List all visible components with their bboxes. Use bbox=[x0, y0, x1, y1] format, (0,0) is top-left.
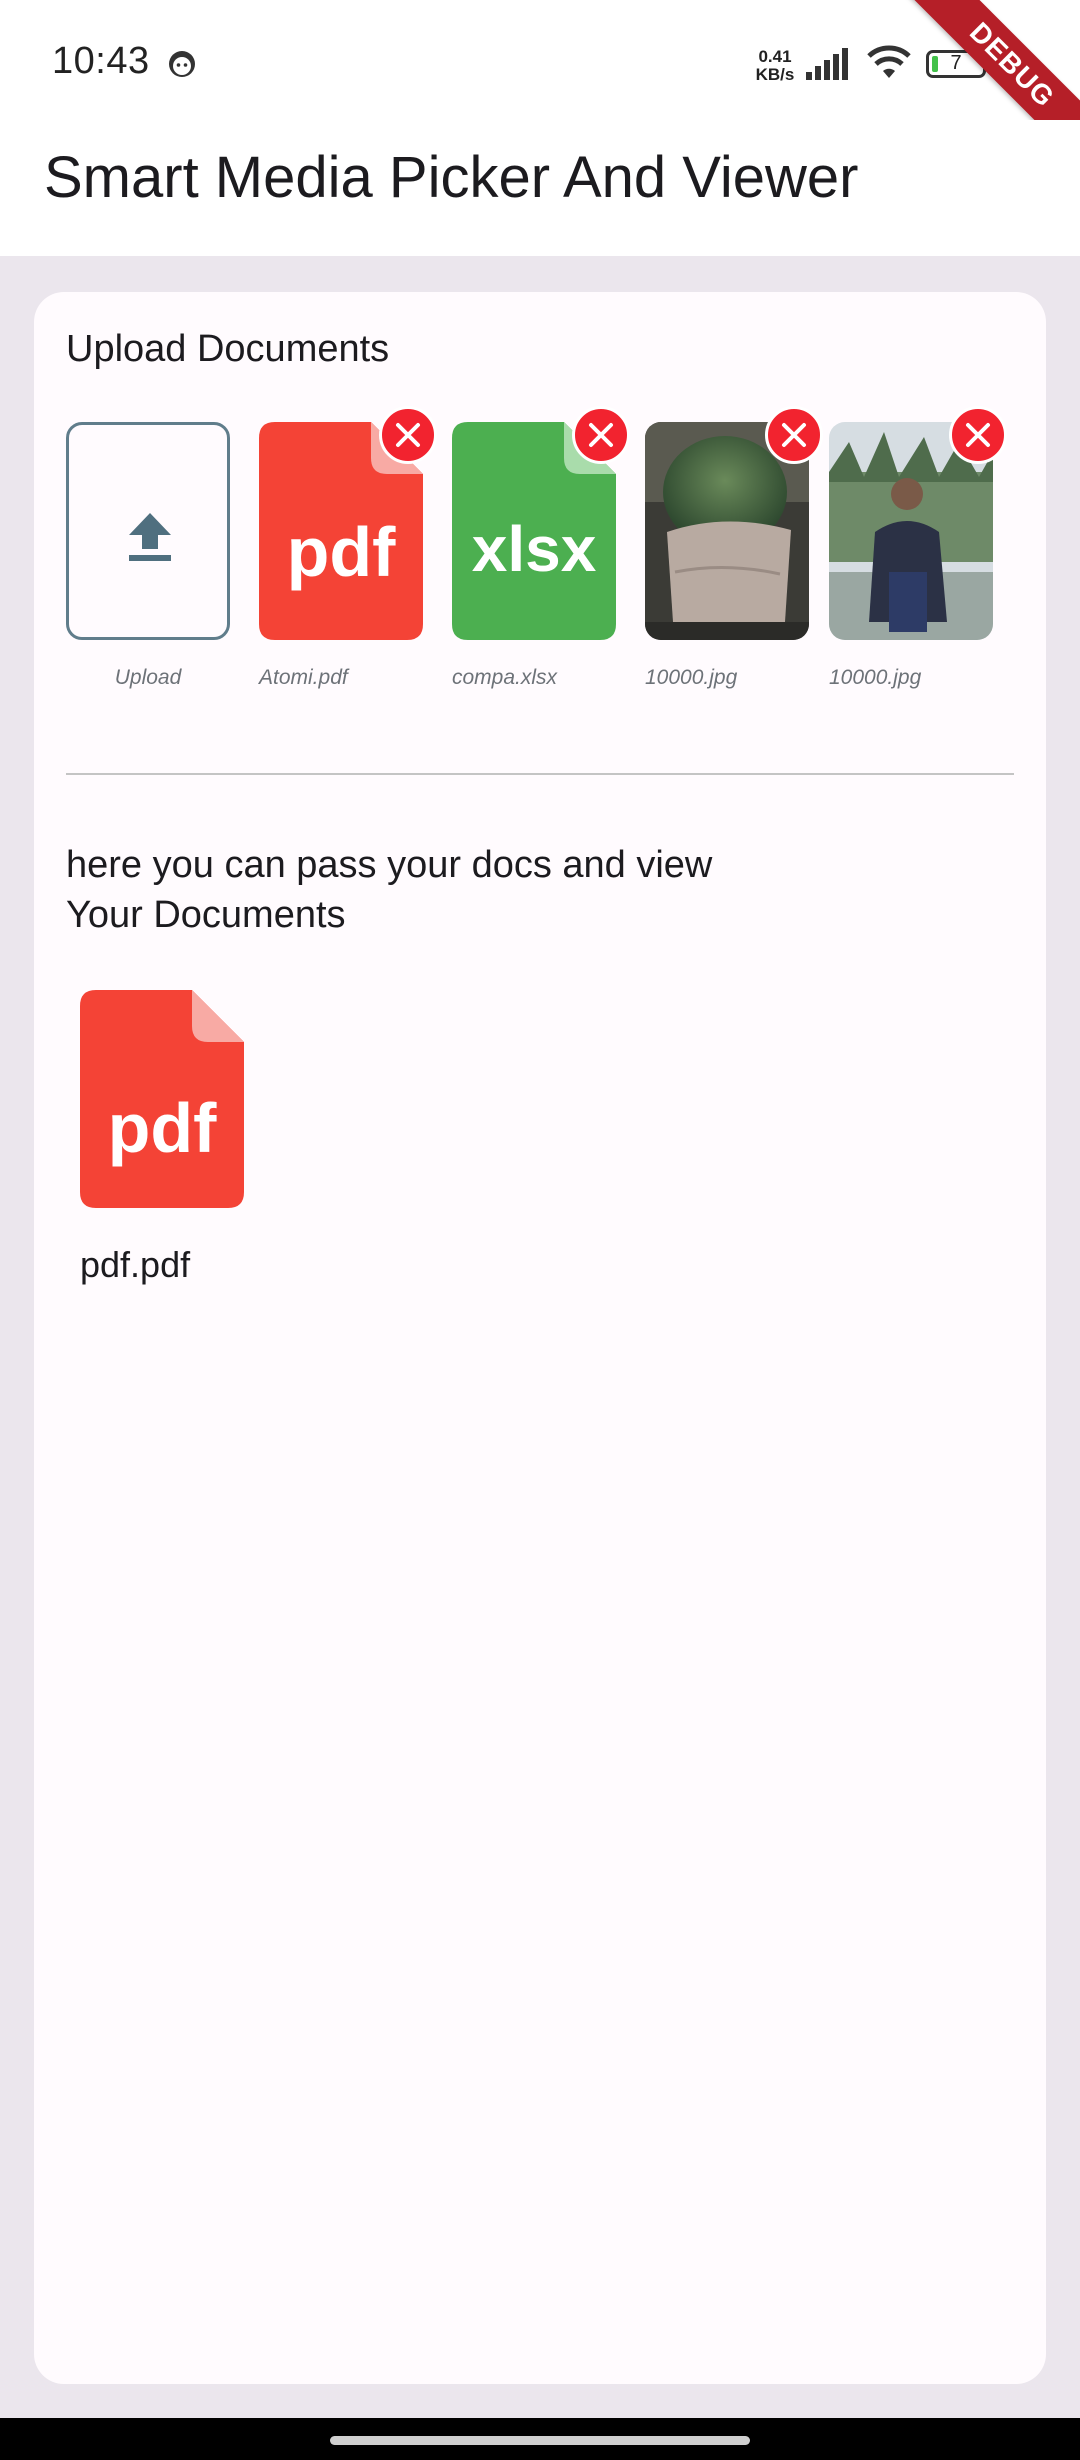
file-extension: pdf bbox=[107, 1089, 217, 1167]
app-bar: Smart Media Picker And Viewer bbox=[0, 120, 1080, 256]
wifi-icon bbox=[867, 45, 911, 78]
network-speed-unit: KB/s bbox=[755, 65, 795, 84]
image-tile-item: 10000.jpg bbox=[829, 406, 1007, 689]
network-speed-value: 0.41 bbox=[758, 47, 792, 66]
screen: 10:43 0.41 KB/s 7 DEBUG Smart Media Pick… bbox=[0, 0, 1080, 2460]
document-name: pdf.pdf bbox=[80, 1244, 191, 1285]
close-icon bbox=[396, 423, 420, 447]
close-icon bbox=[966, 423, 990, 447]
remove-button[interactable] bbox=[379, 406, 437, 464]
description-line-1: here you can pass your docs and view bbox=[66, 844, 713, 886]
file-name: 10000.jpg bbox=[829, 666, 922, 689]
view-description: here you can pass your docs and view You… bbox=[66, 840, 712, 940]
remove-button[interactable] bbox=[572, 406, 630, 464]
home-gesture-handle[interactable] bbox=[330, 2436, 750, 2445]
file-tile-item: xlsx compa.xlsx bbox=[452, 406, 630, 689]
file-name: compa.xlsx bbox=[452, 666, 558, 689]
file-extension: pdf bbox=[286, 513, 396, 591]
image-tile-item: 10000.jpg bbox=[645, 406, 823, 689]
close-icon bbox=[782, 423, 806, 447]
upload-button[interactable] bbox=[66, 422, 230, 640]
upload-tile-item: Upload bbox=[66, 422, 230, 689]
xlsx-file-tile[interactable]: xlsx bbox=[452, 406, 630, 640]
app-title: Smart Media Picker And Viewer bbox=[44, 145, 859, 210]
status-time: 10:43 bbox=[52, 40, 150, 82]
file-name: 10000.jpg bbox=[645, 666, 738, 689]
file-tile-item: pdf Atomi.pdf bbox=[259, 406, 437, 689]
divider bbox=[66, 773, 1014, 775]
description-line-2: Your Documents bbox=[66, 894, 346, 936]
image-tile[interactable] bbox=[829, 406, 1007, 640]
file-extension: xlsx bbox=[471, 513, 597, 585]
network-speed: 0.41 KB/s bbox=[752, 48, 798, 84]
pdf-file-tile[interactable]: pdf bbox=[259, 406, 437, 640]
navigation-bar bbox=[0, 2418, 1080, 2460]
upload-icon bbox=[129, 513, 171, 561]
upload-label: Upload bbox=[114, 666, 182, 689]
image-tile[interactable] bbox=[645, 406, 823, 640]
cellular-signal-icon bbox=[806, 48, 848, 80]
content-card: Upload Documents Upload pdf Atomi.pdf xl… bbox=[34, 292, 1046, 2384]
remove-button[interactable] bbox=[949, 406, 1007, 464]
remove-button[interactable] bbox=[765, 406, 823, 464]
document-preview[interactable]: pdf bbox=[80, 990, 244, 1208]
notification-face-icon bbox=[169, 51, 195, 77]
file-name: Atomi.pdf bbox=[259, 666, 348, 689]
close-icon bbox=[589, 423, 613, 447]
upload-section-title: Upload Documents bbox=[66, 328, 390, 370]
status-bar: 10:43 0.41 KB/s 7 bbox=[0, 0, 1080, 120]
